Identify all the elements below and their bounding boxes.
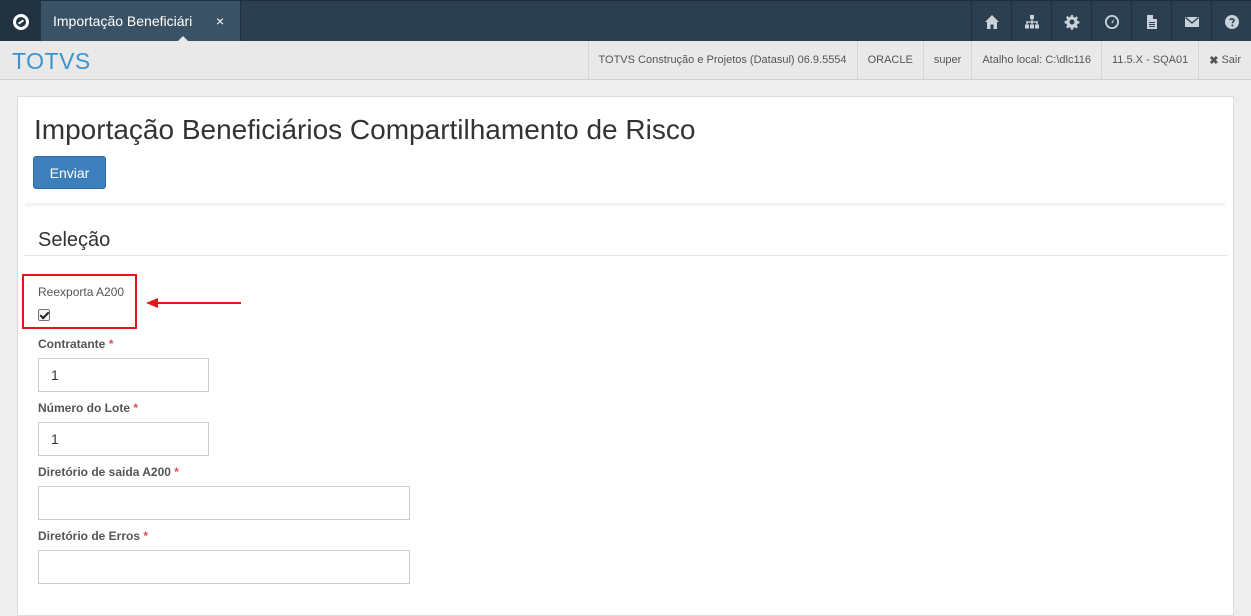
gear-icon[interactable] xyxy=(1051,1,1091,42)
dashboard-icon[interactable] xyxy=(1091,1,1131,42)
product-info: TOTVS Construção e Projetos (Datasul) 06… xyxy=(587,41,857,79)
logout-label: Sair xyxy=(1221,54,1241,66)
top-navbar: Importação Beneficiári × xyxy=(0,0,1251,43)
error-dir-input[interactable] xyxy=(38,550,410,584)
annotation-arrow-icon xyxy=(146,298,241,308)
user-info: super xyxy=(922,41,972,79)
mail-icon[interactable] xyxy=(1171,1,1211,42)
tab-importacao-beneficiarios[interactable]: Importação Beneficiári × xyxy=(41,1,241,43)
home-icon[interactable] xyxy=(971,1,1011,42)
help-icon[interactable] xyxy=(1211,1,1251,42)
contratante-input[interactable]: 1 xyxy=(38,358,209,392)
main-card: Importação Beneficiários Compartilhament… xyxy=(17,96,1234,616)
contratante-label: Contratante * xyxy=(38,337,114,351)
toolbar-icons xyxy=(971,1,1251,42)
required-mark: * xyxy=(143,529,149,543)
shortcut-info: Atalho local: C:\dlc116 xyxy=(971,41,1101,79)
sitemap-icon[interactable] xyxy=(1011,1,1051,42)
required-mark: * xyxy=(108,337,114,351)
required-mark: * xyxy=(133,401,139,415)
tab-label: Importação Beneficiári xyxy=(53,13,193,29)
close-icon: ✖ xyxy=(1209,54,1219,67)
output-dir-label: Diretório de saida A200 * xyxy=(38,465,179,479)
logout-button[interactable]: ✖ Sair xyxy=(1198,41,1251,79)
environment-info: TOTVS Construção e Projetos (Datasul) 06… xyxy=(587,41,1251,79)
error-dir-label: Diretório de Erros * xyxy=(38,529,149,543)
brand-logo: TOTVS xyxy=(12,48,91,74)
totvs-logo-icon[interactable] xyxy=(0,1,41,42)
logo-ring xyxy=(12,13,29,30)
reexport-label: Reexporta A200 xyxy=(38,285,125,299)
reexport-checkbox[interactable] xyxy=(38,309,50,321)
section-divider xyxy=(24,255,1228,256)
document-icon[interactable] xyxy=(1131,1,1171,42)
lote-label: Número do Lote * xyxy=(38,401,139,415)
database-info: ORACLE xyxy=(856,41,923,79)
section-title: Seleção xyxy=(38,229,111,251)
output-dir-input[interactable] xyxy=(38,486,410,520)
page-title: Importação Beneficiários Compartilhament… xyxy=(34,114,696,145)
title-divider xyxy=(25,203,1225,207)
send-button[interactable]: Enviar xyxy=(33,156,106,189)
version-info: 11.5.X - SQA01 xyxy=(1100,41,1198,79)
context-header: TOTVS TOTVS Construção e Projetos (Datas… xyxy=(0,41,1251,80)
tab-close-icon[interactable]: × xyxy=(216,13,224,29)
required-mark: * xyxy=(174,465,179,479)
lote-input[interactable]: 1 xyxy=(38,422,209,456)
